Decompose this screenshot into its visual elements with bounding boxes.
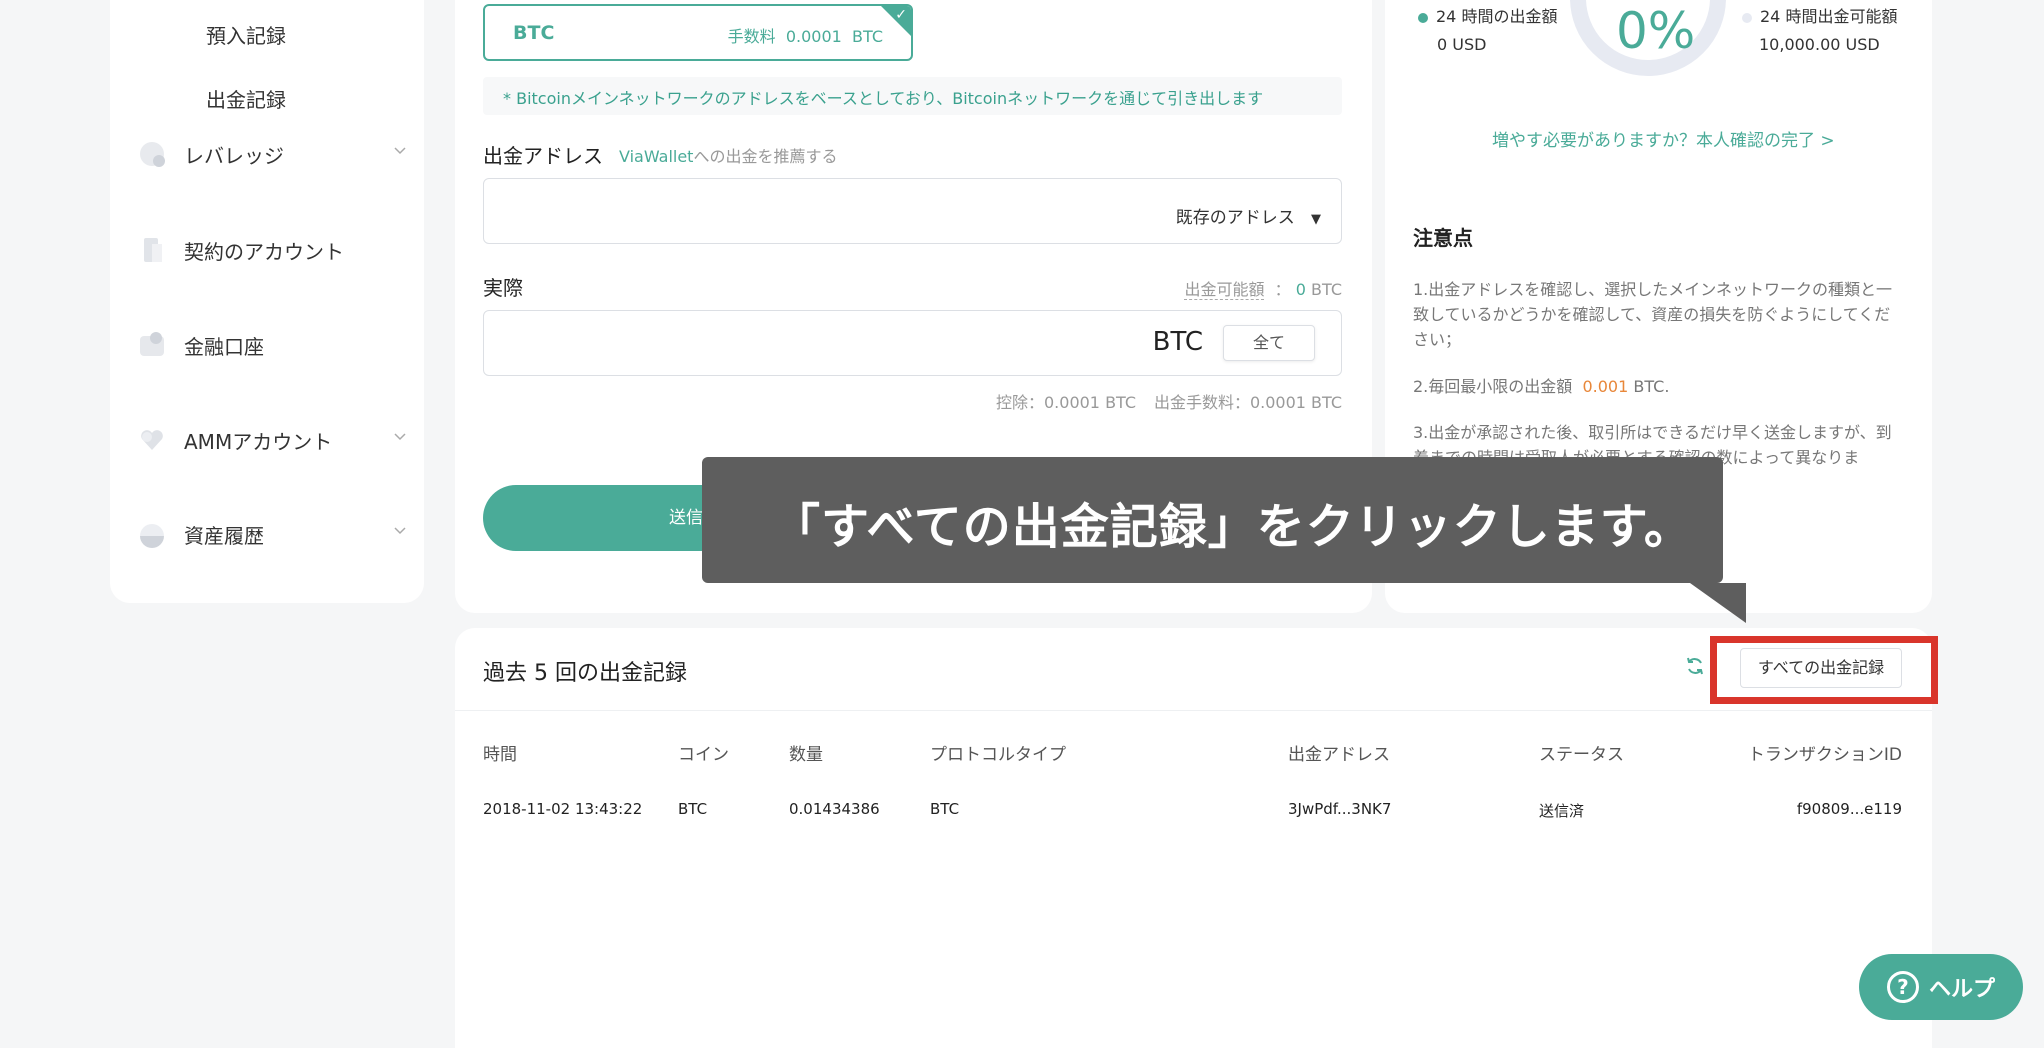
sidebar-item-asset-history[interactable]: 資産履歴 [140, 514, 406, 554]
daily-withdrawn-value: 0 USD [1437, 35, 1487, 54]
available-unit: BTC [1311, 280, 1342, 299]
sidebar-subitem-withdraw-records[interactable]: 出金記録 [206, 84, 286, 113]
available-label: 出金可能額 [1184, 280, 1265, 300]
notice-title: 注意点 [1413, 226, 1473, 250]
viawallet-suffix: への出金を推薦する [693, 147, 838, 166]
sidebar-subitem-deposit-records[interactable]: 預入記録 [206, 20, 286, 49]
all-amount-button[interactable]: 全て [1223, 325, 1315, 361]
divider [455, 710, 1932, 711]
withdraw-fee-text: 出金手数料：0.0001 BTC [1153, 393, 1342, 412]
instruction-text: 「すべての出金記録」をクリックします。 [772, 499, 1693, 555]
finance-icon [140, 332, 166, 358]
contract-icon [140, 237, 166, 263]
sidebar-item-label: 資産履歴 [184, 523, 264, 548]
daily-available-label-text: 24 時間出金可能額 [1760, 7, 1898, 26]
column-header: 時間 [483, 745, 517, 765]
column-header: プロトコルタイプ [930, 745, 1066, 765]
chevron-down-icon [394, 527, 406, 535]
sidebar: 預入記録 出金記録 レバレッジ 契約のアカウント 金融口座 AMMアカウント 資… [110, 0, 424, 603]
coin-name: BTC [513, 22, 555, 44]
column-header: 出金アドレス [1288, 745, 1390, 765]
chevron-down-icon [394, 433, 406, 441]
daily-available-label: 24 時間出金可能額 [1742, 3, 1897, 27]
available-value: 0 [1295, 280, 1306, 299]
chevron-down-icon [394, 147, 406, 155]
daily-withdrawn-label: 24 時間の出金額 [1418, 3, 1557, 27]
highlight-box [1710, 636, 1938, 704]
row-coin: BTC [678, 800, 708, 818]
sidebar-item-label: レバレッジ [184, 143, 284, 168]
coin-selector[interactable]: BTC 手数料 0.0001 BTC ✓ [483, 4, 913, 61]
question-icon: ? [1886, 971, 1919, 1003]
row-address-link[interactable]: 3JwPdf...3NK7 [1288, 800, 1391, 818]
green-dot-icon [1418, 12, 1428, 23]
row-time: 2018-11-02 13:43:22 [483, 800, 643, 818]
instruction-tooltip: 「すべての出金記録」をクリックします。 [702, 457, 1723, 583]
help-label: ヘルプ [1928, 977, 1995, 1002]
address-select[interactable]: 既存のアドレス ▼ [1176, 203, 1321, 228]
network-note: * Bitcoinメインネットワークのアドレスをベースとしており、Bitcoin… [483, 77, 1342, 115]
available-amount: 出金可能額 ： 0 BTC [1184, 280, 1342, 300]
notice-item-2-prefix: 2.毎回最小限の出金額 [1413, 377, 1573, 396]
fee-label: 手数料 [727, 27, 776, 46]
amount-input[interactable]: BTC 全て [483, 310, 1342, 376]
column-header: トランザクションID [1747, 745, 1902, 765]
address-select-label: 既存のアドレス [1175, 208, 1295, 228]
amm-icon [140, 427, 166, 453]
row-txid-link[interactable]: f90809...e119 [1797, 800, 1902, 818]
sidebar-item-label: AMMアカウント [184, 429, 333, 454]
actual-label: 実際 [483, 276, 523, 300]
limit-percent: 0% [1616, 2, 1696, 60]
amount-unit: BTC [1152, 327, 1203, 357]
leverage-icon [140, 141, 166, 167]
sidebar-item-finance-account[interactable]: 金融口座 [140, 325, 406, 365]
history-title: 過去 5 回の出金記録 [483, 661, 687, 686]
row-protocol: BTC [930, 800, 960, 818]
sidebar-item-label: 契約のアカウント [184, 239, 344, 264]
daily-withdrawn-label-text: 24 時間の出金額 [1436, 7, 1558, 26]
address-label: 出金アドレス [483, 144, 603, 168]
notice-item-2-suffix: BTC. [1633, 377, 1670, 396]
daily-available-value: 10,000.00 USD [1759, 35, 1880, 54]
sidebar-item-label: 金融口座 [184, 334, 264, 359]
asset-history-icon [140, 521, 166, 548]
network-fee: 手数料 0.0001 BTC [728, 23, 883, 47]
refresh-icon[interactable] [1685, 656, 1705, 676]
row-amount: 0.01434386 [789, 800, 880, 818]
check-icon: ✓ [895, 7, 907, 23]
sidebar-item-contract-account[interactable]: 契約のアカウント [140, 230, 406, 270]
increase-limit-link[interactable]: 増やす必要がありますか？本人確認の完了 > [1492, 126, 1835, 151]
column-header: ステータス [1539, 745, 1624, 765]
column-header: 数量 [789, 745, 823, 765]
dropdown-arrow-icon: ▼ [1311, 212, 1321, 227]
fee-value: 0.0001 [785, 27, 842, 46]
fee-unit: BTC [852, 27, 883, 46]
deduct-text: 控除：0.0001 BTC [996, 393, 1137, 412]
notice-item-1: 1.出金アドレスを確認し、選択したメインネットワークの種類と一致しているかどうか… [1413, 280, 1892, 349]
help-button[interactable]: ? ヘルプ [1859, 954, 2023, 1020]
address-input[interactable]: 既存のアドレス ▼ [483, 178, 1342, 244]
row-status: 送信済 [1539, 802, 1585, 820]
notice-item-2: 2.毎回最小限の出金額 0.001 BTC. [1413, 374, 1903, 399]
viawallet-recommend: ViaWalletへの出金を推薦する [619, 143, 837, 167]
column-header: コイン [678, 745, 729, 765]
viawallet-link[interactable]: ViaWallet [619, 147, 693, 166]
grey-dot-icon [1742, 12, 1752, 23]
sidebar-item-leverage[interactable]: レバレッジ [140, 134, 406, 174]
min-withdraw-amount: 0.001 [1582, 377, 1629, 396]
sidebar-item-amm-account[interactable]: AMMアカウント [140, 420, 406, 460]
